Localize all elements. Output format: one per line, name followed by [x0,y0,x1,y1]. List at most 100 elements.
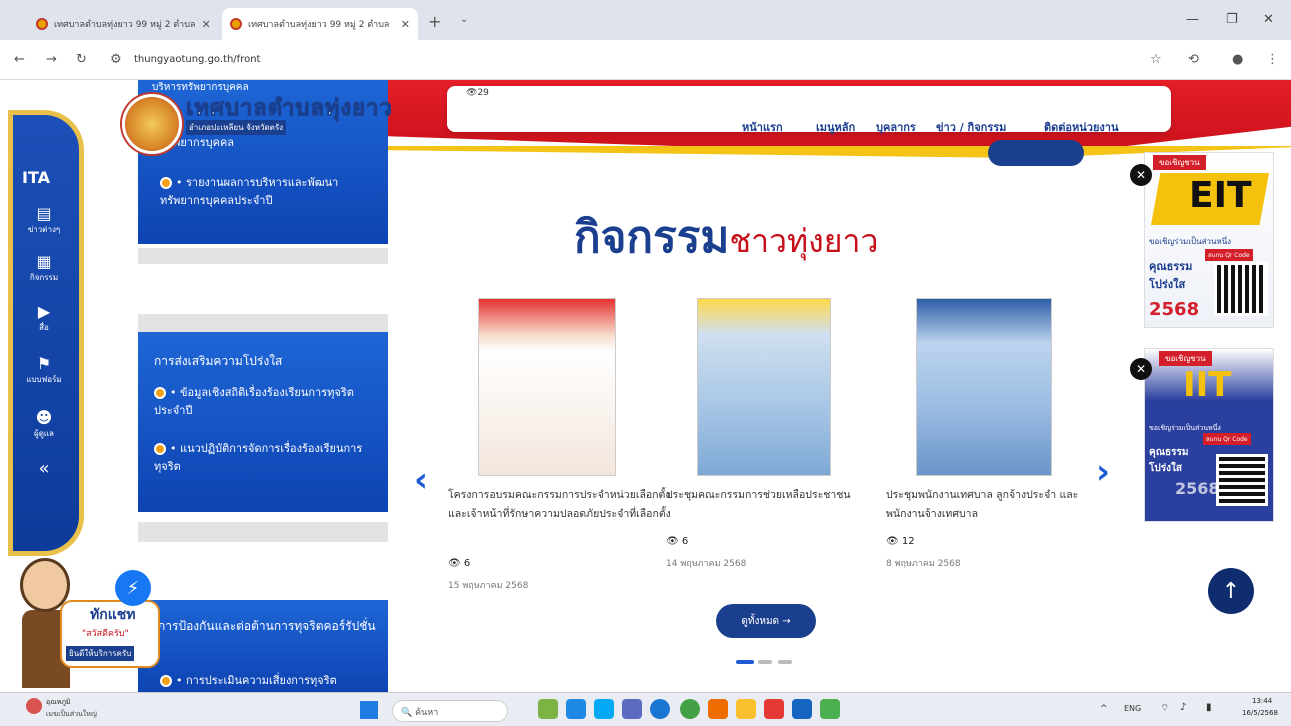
site-subtitle: อำเภอปะเหลียน จังหวัดตรัง [186,120,287,135]
app-icon[interactable] [650,699,670,719]
browser-tab-1[interactable]: เทศบาลตำบลทุ่งยาว 99 หมู่ 2 ตำบล ✕ [28,8,218,40]
forward-icon[interactable]: → [46,52,57,67]
minimize-icon[interactable]: — [1186,12,1199,27]
municipality-logo[interactable] [122,94,182,154]
messenger-icon[interactable]: ⚡ [115,570,151,606]
weather-icon[interactable] [26,698,42,714]
carousel-prev-icon[interactable]: ‹ [414,460,428,500]
clock-time[interactable]: 13:44 [1252,697,1272,705]
close-icon[interactable]: ✕ [201,18,210,31]
rail-item-admin[interactable]: ☻ ผู้ดูแล [14,408,74,440]
menu-icon[interactable]: ⋮ [1266,52,1279,67]
browser-tab-2[interactable]: เทศบาลตำบลทุ่งยาว 99 หมู่ 2 ตำบล ✕ [222,8,418,40]
weather-desc: เมฆเป็นส่วนใหญ่ [46,710,97,718]
app-icon[interactable] [538,699,558,719]
qr-code-icon[interactable] [1216,454,1268,506]
app-icon[interactable] [708,699,728,719]
windows-start-icon[interactable] [360,701,378,719]
rail-item-forms[interactable]: ⚑ แบบฟอร์ม [14,354,74,386]
app-icon[interactable] [764,699,784,719]
chat-bubble[interactable]: ทักแชท "สวัสดีครับ" ยินดีให้บริการครับ [60,600,160,668]
clock-date[interactable]: 16/5/2568 [1242,709,1278,717]
hr-report-link[interactable]: • รายงานผลการบริหารและพัฒนาทรัพยากรบุคคล… [160,174,380,210]
carousel-dot[interactable] [758,660,772,664]
bullet-icon [154,443,166,455]
chrome-icon[interactable] [680,699,700,719]
badge-year: 2568 [1175,479,1220,498]
calendar-icon: ▦ [36,252,52,271]
tab-title: เทศบาลตำบลทุ่งยาว 99 หมู่ 2 ตำบล [248,20,390,30]
back-to-top-button[interactable]: ↑ [1208,568,1254,614]
activity-title[interactable]: โครงการอบรมคณะกรรมการประจำหน่วยเลือกตั้ง… [448,486,678,524]
badge-title: IIT [1183,365,1232,405]
line-app-icon[interactable] [820,699,840,719]
activity-thumbnail[interactable] [697,298,831,476]
collapse-rail-button[interactable]: « [14,458,74,479]
carousel-dot[interactable] [778,660,792,664]
battery-icon[interactable]: ▮ [1206,702,1212,713]
ita-logo[interactable]: ITA [22,168,50,187]
activity-thumbnail[interactable] [478,298,616,476]
heading-main: กิจกรรม [574,212,730,263]
close-badge-icon[interactable]: ✕ [1130,164,1152,186]
activity-title[interactable]: ประชุมพนักงานเทศบาล ลูกจ้างประจำ และพนัก… [886,486,1096,524]
rail-item-activities[interactable]: ▦ กิจกรรม [14,252,74,284]
activity-title[interactable]: ประชุมคณะกรรมการช่วยเหลือประชาชน [666,486,866,505]
nav-home[interactable]: หน้าแรก [742,118,783,136]
badge-tag: ขอเชิญชวน [1159,351,1212,366]
bullet-icon [160,675,172,687]
app-icon[interactable] [792,699,812,719]
risk-assessment-link[interactable]: • การประเมินความเสี่ยงการทุจริต [160,672,380,690]
badge-qr-label: สแกน Qr Code [1205,249,1253,261]
rail-item-news[interactable]: ▤ ข่าวต่างๆ [14,204,74,236]
taskbar-search[interactable]: 🔍 ค้นหา [392,700,508,722]
nav-news[interactable]: ข่าว / กิจกรรม [936,118,1006,136]
qr-code-icon[interactable] [1214,262,1268,316]
network-icon[interactable]: ⌔ [1160,702,1169,715]
hr-partial-text: หรัพยากรบุคคล [160,136,235,149]
site-info-icon[interactable]: ⚙ [110,52,122,67]
carousel-dot-active[interactable] [736,660,754,664]
chevron-down-icon[interactable]: ⌄ [460,14,468,25]
back-icon[interactable]: ← [14,52,25,67]
app-icon[interactable] [594,699,614,719]
card-title: การป้องกันและต่อต้านการทุจริตคอร์รัปชั่น [158,619,376,633]
carousel-next-icon[interactable]: › [1096,452,1110,492]
new-tab-button[interactable]: + [428,12,441,31]
bullet-icon [154,387,166,399]
header-action-button[interactable] [988,140,1084,166]
nav-contact[interactable]: ติดต่อหน่วยงาน [1044,118,1119,136]
view-all-button[interactable]: ดูทั้งหมด → [716,604,816,638]
profile-icon[interactable]: ● [1232,52,1243,67]
view-counter: 👁29 [466,88,489,98]
weather-temp: อุณหภูมิ [46,698,71,706]
activity-views: 👁 12 [886,536,915,547]
complaint-stats-link[interactable]: • ข้อมูลเชิงสถิติเรื่องร้องเรียนการทุจริ… [154,384,374,420]
close-badge-icon[interactable]: ✕ [1130,358,1152,380]
card-divider [138,248,388,264]
star-icon[interactable]: ☆ [1150,52,1162,67]
reload-icon[interactable]: ↻ [76,52,87,67]
site-favicon [36,18,48,30]
activity-views: 👁 6 [448,558,471,569]
url-field[interactable]: thungyaotung.go.th/front [134,54,260,65]
extensions-icon[interactable]: ⟲ [1188,52,1199,67]
iit-badge[interactable]: ขอเชิญชวน IIT ขอเชิญร่วมเป็นส่วนหนึ่ง คุ… [1144,348,1274,522]
eit-badge[interactable]: ขอเชิญชวน EIT ขอเชิญร่วมเป็นส่วนหนึ่ง คุ… [1144,152,1274,328]
app-icon[interactable] [622,699,642,719]
app-icon[interactable] [566,699,586,719]
nav-main-menu[interactable]: เมนูหลัก [816,118,855,136]
rail-item-media[interactable]: ▶ สื่อ [14,302,74,334]
activity-thumbnail[interactable] [916,298,1052,476]
folder-icon[interactable] [736,699,756,719]
close-icon[interactable]: ✕ [401,18,410,31]
restore-icon[interactable]: ❐ [1226,12,1238,27]
badge-line2: คุณธรรม [1149,260,1193,273]
complaint-guideline-link[interactable]: • แนวปฏิบัติการจัดการเรื่องร้องเรียนการท… [154,440,374,476]
nav-staff[interactable]: บุคลากร [876,118,916,136]
bullet-icon [160,177,172,189]
tray-chevron-icon[interactable]: ^ [1100,704,1108,714]
volume-icon[interactable]: ♪ [1180,702,1186,713]
language-indicator[interactable]: ENG [1124,704,1141,713]
close-window-icon[interactable]: ✕ [1263,12,1274,27]
